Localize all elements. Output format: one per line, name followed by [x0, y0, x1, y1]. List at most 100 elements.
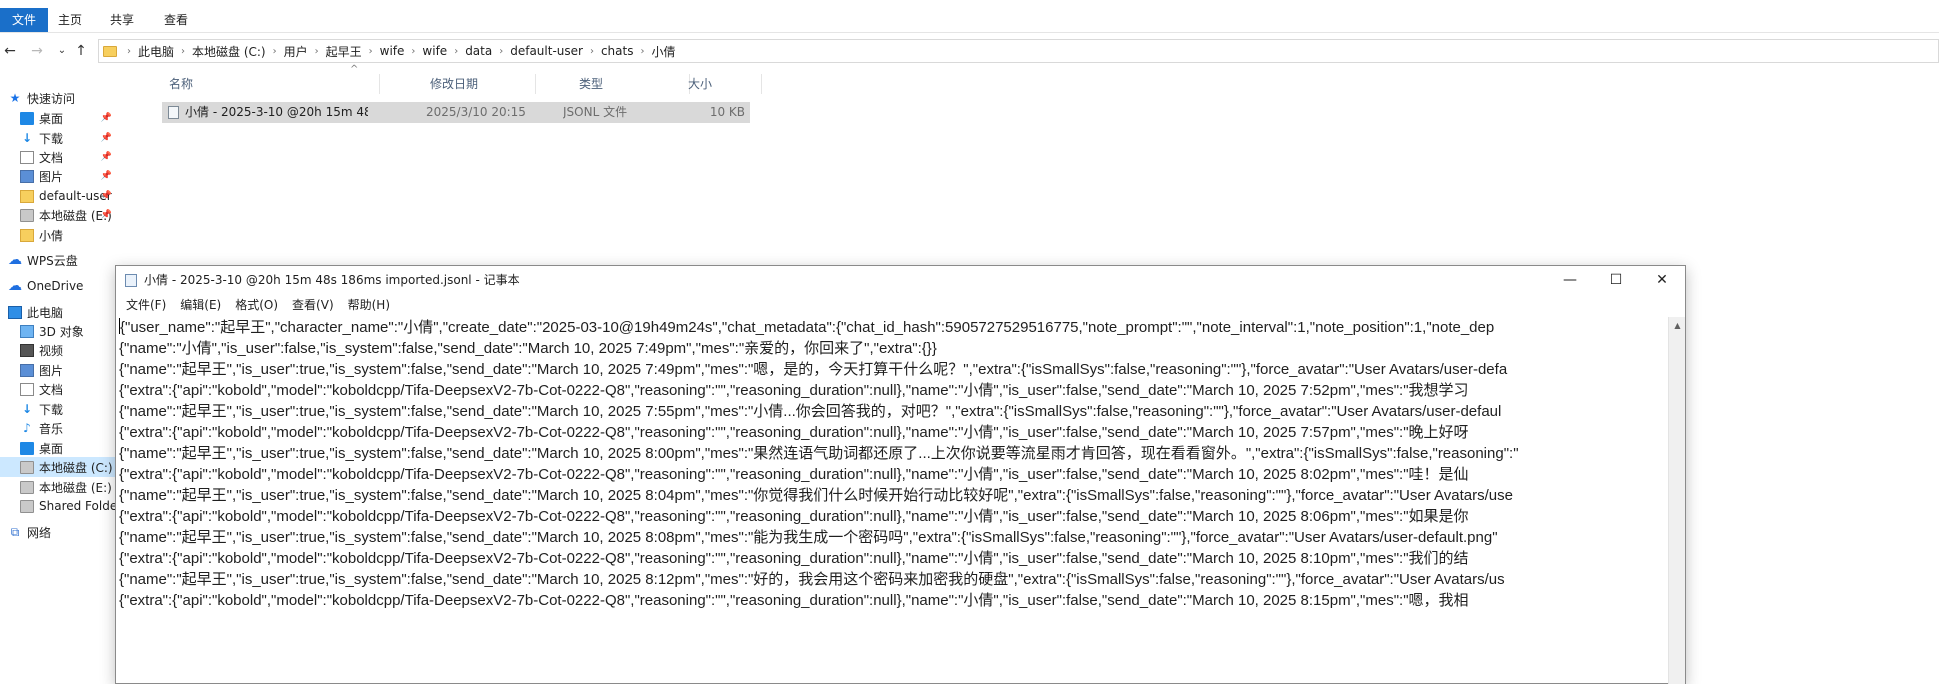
sidebar-item-desktop-pc[interactable]: 桌面 — [20, 438, 120, 458]
pictures-icon — [20, 363, 34, 377]
sidebar-item-label: 音乐 — [39, 421, 64, 436]
file-size: 10 KB — [709, 105, 745, 119]
sidebar-item-label: 此电脑 — [27, 305, 64, 320]
sidebar-item-3d-objects[interactable]: 3D 对象 — [20, 321, 120, 341]
text-line: {"name":"起早王","is_user":true,"is_system"… — [119, 487, 1513, 504]
sidebar-item-drive-e[interactable]: 本地磁盘 (E:) 📌 — [20, 205, 120, 225]
sidebar-item-label: 下载 — [39, 402, 64, 417]
notepad-menubar: 文件(F) 编辑(E) 格式(O) 查看(V) 帮助(H) — [116, 295, 1685, 315]
sidebar-item-shared-folders[interactable]: Shared Folders — [20, 496, 120, 516]
back-arrow-icon[interactable]: ← — [0, 40, 20, 62]
sidebar-item-label: 小倩 — [39, 228, 64, 243]
sidebar-item-drive-e-pc[interactable]: 本地磁盘 (E:) — [20, 477, 120, 497]
desktop-icon — [20, 441, 34, 455]
tab-share[interactable]: 共享 — [100, 8, 144, 32]
column-header-type[interactable]: 类型 — [568, 74, 690, 94]
notepad-text-area[interactable]: {"user_name":"起早王","character_name":"小倩"… — [118, 317, 1666, 684]
pin-icon[interactable]: 📌 — [101, 171, 112, 181]
folder-icon — [20, 189, 34, 203]
breadcrumb-item[interactable]: wife — [417, 44, 452, 58]
sidebar-item-music[interactable]: ♪ 音乐 — [20, 418, 120, 438]
sidebar-item-quick-access[interactable]: ★ 快速访问 — [8, 88, 120, 108]
menu-view[interactable]: 查看(V) — [285, 295, 341, 315]
sidebar-item-wps-cloud[interactable]: ☁ WPS云盘 — [8, 250, 120, 270]
history-chevron-icon[interactable]: ⌄ — [52, 40, 72, 62]
sidebar-item-pictures-pc[interactable]: 图片 — [20, 360, 120, 380]
document-icon — [20, 382, 34, 396]
desktop: 文件 主页 共享 查看 ← → ⌄ ↑ › 此电脑 › 本地磁盘 (C:) › … — [0, 0, 1939, 684]
tab-file[interactable]: 文件 — [0, 8, 49, 32]
notepad-titlebar[interactable]: 小倩 - 2025-3-10 @20h 15m 48s 186ms import… — [116, 266, 1685, 295]
text-line: {"extra":{"api":"kobold","model":"kobold… — [119, 424, 1469, 441]
breadcrumb[interactable]: › 此电脑 › 本地磁盘 (C:) › 用户 › 起早王 › wife › wi… — [98, 39, 1939, 63]
desktop-icon — [20, 111, 34, 125]
chevron-right-icon: › — [589, 45, 594, 57]
breadcrumb-item[interactable]: chats — [596, 44, 639, 58]
minimize-icon[interactable]: — — [1547, 266, 1593, 295]
breadcrumb-item[interactable]: 用户 — [279, 43, 313, 60]
breadcrumb-item[interactable]: 起早王 — [321, 43, 367, 60]
network-icon: ⧉ — [10, 524, 20, 539]
pin-icon[interactable]: 📌 — [101, 133, 112, 143]
chevron-right-icon: › — [127, 45, 131, 57]
drive-icon — [20, 460, 34, 474]
text-line: {"extra":{"api":"kobold","model":"kobold… — [119, 466, 1469, 483]
menu-file[interactable]: 文件(F) — [119, 295, 173, 315]
sidebar-item-documents[interactable]: 文档 📌 — [20, 147, 120, 167]
close-icon[interactable]: ✕ — [1639, 266, 1685, 295]
column-header-name[interactable]: 名称 — [158, 74, 380, 94]
music-icon: ♪ — [23, 421, 31, 435]
sidebar-item-onedrive[interactable]: ☁ OneDrive — [8, 276, 120, 296]
forward-arrow-icon[interactable]: → — [27, 40, 47, 62]
chevron-right-icon: › — [454, 45, 459, 57]
sidebar-item-drive-c[interactable]: 本地磁盘 (C:) — [0, 457, 120, 477]
folder-icon — [20, 228, 34, 242]
pin-icon[interactable]: 📌 — [101, 191, 112, 201]
maximize-icon[interactable]: ☐ — [1593, 266, 1639, 295]
jsonl-file-icon — [168, 106, 179, 119]
breadcrumb-item[interactable]: default-user — [505, 44, 588, 58]
column-header-size[interactable]: 大小 — [677, 74, 762, 94]
sidebar-item-label: 本地磁盘 (E:) — [39, 480, 112, 495]
sidebar-item-documents-pc[interactable]: 文档 — [20, 379, 120, 399]
menu-help[interactable]: 帮助(H) — [341, 295, 397, 315]
up-arrow-icon[interactable]: ↑ — [71, 40, 91, 62]
sidebar-item-downloads-pc[interactable]: ↓ 下载 — [20, 399, 120, 419]
scroll-up-icon[interactable]: ▲ — [1669, 321, 1686, 330]
breadcrumb-item[interactable]: 此电脑 — [133, 43, 179, 60]
vertical-scrollbar[interactable]: ▲ — [1668, 317, 1685, 684]
column-header-modified[interactable]: 修改日期 — [419, 74, 536, 94]
file-type: JSONL 文件 — [563, 105, 628, 119]
cloud-icon: ☁ — [8, 252, 22, 268]
3d-objects-icon — [20, 324, 34, 338]
onedrive-icon: ☁ — [8, 278, 22, 294]
breadcrumb-item[interactable]: wife — [375, 44, 410, 58]
sidebar-item-desktop[interactable]: 桌面 📌 — [20, 108, 120, 128]
sidebar-item-pictures[interactable]: 图片 📌 — [20, 166, 120, 186]
sidebar-item-xiaoqian[interactable]: 小倩 — [20, 225, 120, 245]
menu-format[interactable]: 格式(O) — [228, 295, 285, 315]
breadcrumb-item[interactable]: 本地磁盘 (C:) — [187, 43, 271, 60]
sidebar-item-label: WPS云盘 — [27, 253, 78, 268]
menu-edit[interactable]: 编辑(E) — [173, 295, 228, 315]
sidebar-item-default-user[interactable]: default-user 📌 — [20, 186, 120, 206]
pin-icon[interactable]: 📌 — [101, 152, 112, 162]
sidebar-item-videos[interactable]: 视频 — [20, 340, 120, 360]
sidebar-item-downloads[interactable]: ↓ 下载 📌 — [20, 128, 120, 148]
text-line: {"name":"起早王","is_user":true,"is_system"… — [119, 361, 1508, 378]
file-row[interactable]: 小倩 - 2025-3-10 @20h 15m 48s 186... 2025/… — [162, 102, 750, 123]
breadcrumb-item[interactable]: 小倩 — [646, 43, 680, 60]
tab-home[interactable]: 主页 — [48, 8, 92, 32]
pin-icon[interactable]: 📌 — [101, 113, 112, 123]
breadcrumb-item[interactable]: data — [460, 44, 497, 58]
tab-view[interactable]: 查看 — [154, 8, 198, 32]
pin-icon[interactable]: 📌 — [101, 210, 112, 220]
sidebar-item-network[interactable]: ⧉ 网络 — [8, 522, 120, 542]
sidebar-item-label: 视频 — [39, 343, 64, 358]
file-modified: 2025/3/10 20:15 — [426, 105, 526, 119]
sidebar-item-this-pc[interactable]: 此电脑 — [8, 302, 120, 322]
sidebar-item-label: 桌面 — [39, 441, 64, 456]
text-line: {"extra":{"api":"kobold","model":"kobold… — [119, 550, 1469, 567]
chevron-right-icon: › — [411, 45, 416, 57]
chevron-right-icon: › — [272, 45, 277, 57]
